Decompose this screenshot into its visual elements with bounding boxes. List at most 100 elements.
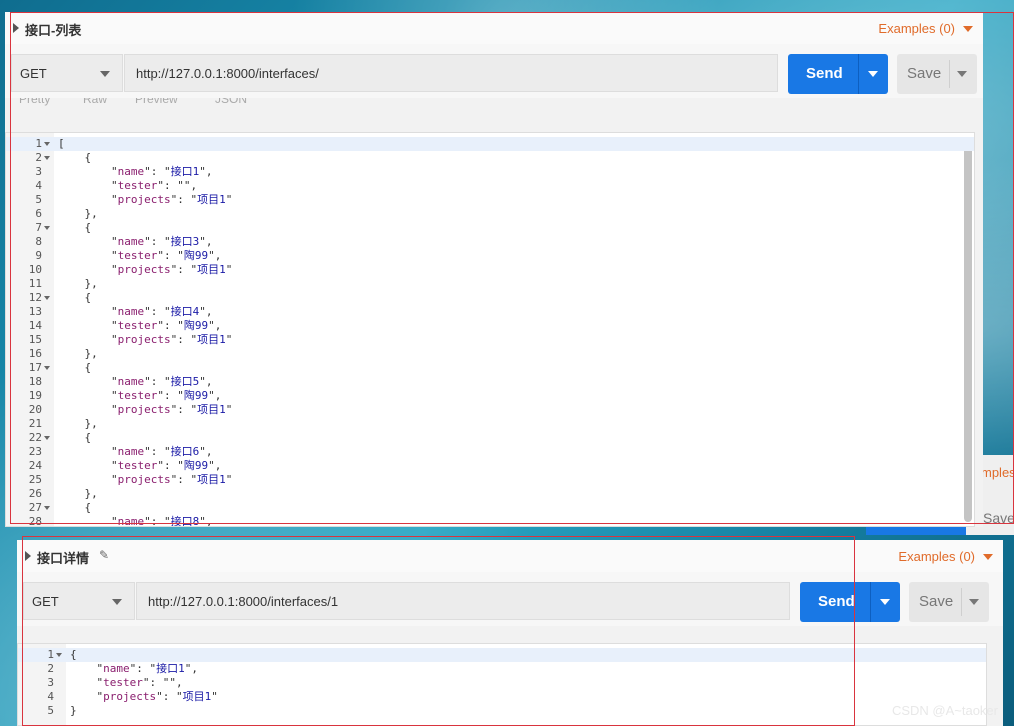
request-title[interactable]: 接口详情 bbox=[37, 548, 89, 567]
colon: ": " bbox=[170, 473, 198, 486]
line-number: 27 bbox=[28, 501, 42, 514]
code-line: 28 "name": "接口8", bbox=[6, 515, 974, 527]
punct: ", bbox=[208, 249, 222, 262]
method-select[interactable]: GET bbox=[11, 54, 123, 92]
code-text: "tester": "", bbox=[70, 676, 182, 690]
response-body[interactable]: 1{2 "name": "接口1", 3 "tester": "", 4 "proj… bbox=[17, 643, 987, 726]
line-number: 18 bbox=[28, 375, 42, 388]
line-number: 20 bbox=[28, 403, 42, 416]
colon: ": " bbox=[144, 515, 171, 527]
code-line: 18 "name": "接口5", bbox=[6, 375, 974, 389]
line-number: 14 bbox=[28, 319, 42, 332]
url-input[interactable]: http://127.0.0.1:8000/interfaces/ bbox=[124, 54, 778, 92]
fold-arrow-icon[interactable] bbox=[44, 156, 50, 160]
line-number: 28 bbox=[28, 515, 42, 527]
request-bar: GET http://127.0.0.1:8000/interfaces/1 S… bbox=[17, 572, 1003, 626]
indent: " bbox=[58, 179, 118, 192]
punct: ", bbox=[199, 445, 213, 458]
code-text: { bbox=[58, 361, 92, 374]
code-line: 16 }, bbox=[6, 347, 974, 361]
punct: ", bbox=[199, 375, 213, 388]
code-text: }, bbox=[58, 277, 98, 290]
tab-json[interactable]: JSON bbox=[215, 98, 247, 106]
collapse-triangle-icon[interactable] bbox=[13, 23, 19, 33]
fold-arrow-icon[interactable] bbox=[44, 506, 50, 510]
punct: " bbox=[211, 690, 218, 703]
send-options-chevron-icon[interactable] bbox=[868, 71, 878, 77]
punct: " bbox=[225, 263, 233, 276]
indent: " bbox=[58, 333, 118, 346]
colon: ": " bbox=[156, 690, 183, 703]
colon: ": " bbox=[157, 389, 184, 402]
colon: ": " bbox=[129, 662, 157, 675]
response-body[interactable]: 1[2 {3 "name": "接口1", 4 "tester": "", 5 "p… bbox=[5, 132, 975, 527]
save-options-chevron-icon[interactable] bbox=[969, 599, 979, 605]
json-key: name bbox=[117, 305, 145, 318]
examples-link[interactable]: Examples (0) bbox=[878, 21, 955, 36]
json-key: tester bbox=[117, 179, 158, 192]
code-text: }, bbox=[58, 487, 98, 500]
code-line: 27 { bbox=[6, 501, 974, 515]
fold-arrow-icon[interactable] bbox=[44, 436, 50, 440]
fold-arrow-icon[interactable] bbox=[44, 142, 50, 146]
line-number: 21 bbox=[28, 417, 42, 430]
edit-pencil-icon[interactable]: ✎ bbox=[99, 548, 109, 562]
code-text: { bbox=[58, 501, 92, 514]
code-line: 5 "projects": "项目1" bbox=[6, 193, 974, 207]
colon: ": " bbox=[144, 445, 171, 458]
code-line: 11 }, bbox=[6, 277, 974, 291]
save-button[interactable]: Save bbox=[909, 582, 989, 622]
code-line: 2 "name": "接口1", bbox=[18, 662, 986, 676]
send-button[interactable]: Send bbox=[800, 582, 900, 622]
line-number: 12 bbox=[28, 291, 42, 304]
json-value: 接口6 bbox=[170, 445, 200, 458]
json-key: projects bbox=[103, 690, 157, 703]
code-line: 10 "projects": "项目1" bbox=[6, 263, 974, 277]
url-input[interactable]: http://127.0.0.1:8000/interfaces/1 bbox=[136, 582, 790, 620]
json-key: projects bbox=[117, 473, 171, 486]
response-tabs: Pretty Raw Preview JSON bbox=[5, 98, 983, 118]
save-button[interactable]: Save bbox=[897, 54, 977, 94]
fold-arrow-icon[interactable] bbox=[56, 653, 62, 657]
json-key: tester bbox=[117, 389, 158, 402]
send-options-chevron-icon[interactable] bbox=[880, 599, 890, 605]
send-button[interactable]: Send bbox=[788, 54, 888, 94]
code-text: { bbox=[58, 431, 92, 444]
tab-preview[interactable]: Preview bbox=[135, 98, 178, 106]
punct: ", bbox=[199, 305, 213, 318]
fold-arrow-icon[interactable] bbox=[44, 226, 50, 230]
colon: ": " bbox=[142, 676, 170, 689]
save-options-chevron-icon[interactable] bbox=[957, 71, 967, 77]
punct: " bbox=[225, 333, 233, 346]
method-select[interactable]: GET bbox=[23, 582, 135, 620]
tab-pretty[interactable]: Pretty bbox=[19, 98, 50, 106]
fold-arrow-icon[interactable] bbox=[44, 366, 50, 370]
request-panel-list: 接口-列表 Examples (0) GET http://127.0.0.1:… bbox=[5, 12, 983, 527]
collapse-triangle-icon[interactable] bbox=[25, 551, 31, 561]
examples-link[interactable]: Examples (0) bbox=[898, 549, 975, 564]
fold-arrow-icon[interactable] bbox=[44, 296, 50, 300]
json-value: 接口1 bbox=[170, 165, 200, 178]
colon: ": " bbox=[170, 263, 198, 276]
code-text: "projects": "项目1" bbox=[58, 193, 232, 207]
code-text: { bbox=[58, 221, 92, 234]
chevron-down-icon[interactable] bbox=[963, 26, 973, 32]
punct: " bbox=[225, 403, 233, 416]
json-value: 项目1 bbox=[197, 473, 226, 486]
json-value: 项目1 bbox=[197, 193, 226, 206]
request-bar: GET http://127.0.0.1:8000/interfaces/ Se… bbox=[5, 44, 983, 98]
punct: ", bbox=[199, 235, 213, 248]
code-text: "projects": "项目1" bbox=[58, 403, 232, 417]
colon: ": " bbox=[157, 249, 184, 262]
json-value: 接口1 bbox=[156, 662, 185, 675]
line-number: 7 bbox=[35, 221, 42, 234]
request-title[interactable]: 接口-列表 bbox=[25, 20, 81, 39]
code-line: 9 "tester": "陶99", bbox=[6, 249, 974, 263]
json-value: 陶99 bbox=[183, 319, 209, 332]
colon: ": " bbox=[157, 459, 184, 472]
chevron-down-icon[interactable] bbox=[983, 554, 993, 560]
code-line: 1{ bbox=[18, 648, 986, 662]
tab-raw[interactable]: Raw bbox=[83, 98, 107, 106]
code-text: "projects": "项目1" bbox=[70, 690, 218, 704]
json-key: name bbox=[117, 165, 145, 178]
